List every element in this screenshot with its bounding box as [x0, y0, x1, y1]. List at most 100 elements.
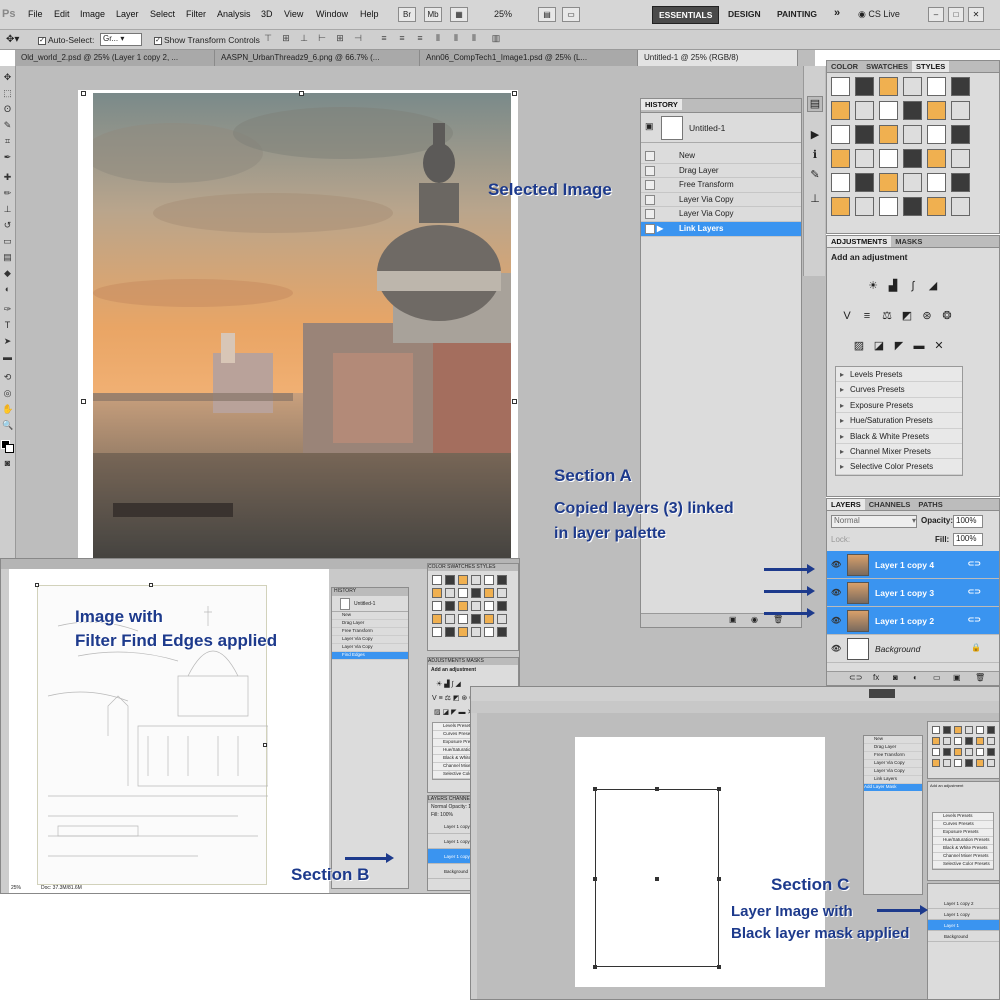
- style-swatch[interactable]: [458, 575, 468, 585]
- history-item-selected[interactable]: ▶ Link Layers: [641, 221, 801, 237]
- eye-icon[interactable]: 👁: [831, 588, 841, 597]
- group-icon[interactable]: ▭: [933, 673, 941, 682]
- close-icon[interactable]: ✕: [968, 7, 984, 22]
- find-edges-image[interactable]: [37, 585, 269, 885]
- style-swatch[interactable]: [927, 101, 946, 120]
- clone-dock-icon[interactable]: ⊥: [807, 192, 823, 208]
- tab-channels[interactable]: CHANNELS: [865, 499, 915, 510]
- style-swatch[interactable]: [471, 601, 481, 611]
- move-tool-icon[interactable]: ✥▾: [6, 34, 19, 45]
- 3d-orbit-tool-icon[interactable]: ◎: [2, 388, 13, 399]
- preset-curves[interactable]: Curves Presets: [836, 382, 962, 398]
- path-select-tool-icon[interactable]: ➤: [2, 336, 13, 347]
- style-swatch[interactable]: [471, 614, 481, 624]
- inset-b-history-item[interactable]: Find Edges: [332, 652, 408, 660]
- 3d-rotate-tool-icon[interactable]: ⟲: [2, 372, 13, 383]
- style-swatch[interactable]: [471, 627, 481, 637]
- fill-field[interactable]: 100%: [953, 533, 983, 546]
- exposure-icon[interactable]: ◢: [925, 278, 941, 294]
- menu-file[interactable]: File: [28, 9, 43, 19]
- layer-row[interactable]: 👁 Background 🔒: [827, 635, 999, 663]
- style-swatch[interactable]: [903, 197, 922, 216]
- style-swatch[interactable]: [943, 737, 951, 745]
- pen-tool-icon[interactable]: ✑: [2, 304, 13, 315]
- inset-c-history-item[interactable]: New: [864, 736, 922, 744]
- history-item[interactable]: New: [641, 149, 801, 164]
- style-swatch[interactable]: [484, 627, 494, 637]
- style-swatch[interactable]: [855, 125, 874, 144]
- style-swatch[interactable]: [951, 77, 970, 96]
- inset-b-history-item[interactable]: New: [332, 612, 408, 620]
- eye-icon[interactable]: 👁: [831, 560, 841, 569]
- curves-icon[interactable]: ∫: [905, 278, 921, 294]
- inset-c-history-item[interactable]: Free Transform: [864, 752, 922, 760]
- inset-layer-row[interactable]: Layer 1 copy: [928, 909, 999, 920]
- distribute-right-icon[interactable]: ⦀: [468, 33, 480, 45]
- screen-mode-icon[interactable]: ▭: [562, 7, 580, 22]
- channel-mixer-icon[interactable]: ❂: [939, 308, 955, 324]
- inset-c-history-item[interactable]: Link Layers: [864, 776, 922, 784]
- style-swatch[interactable]: [445, 588, 455, 598]
- layer-row[interactable]: 👁 Layer 1 copy 4 ⊂⊃: [827, 551, 999, 579]
- style-swatch[interactable]: [951, 197, 970, 216]
- style-swatch[interactable]: [976, 759, 984, 767]
- style-swatch[interactable]: [943, 759, 951, 767]
- zoom-tool-icon[interactable]: 🔍: [2, 420, 13, 431]
- actions-dock-icon[interactable]: ▶: [807, 128, 823, 144]
- dodge-tool-icon[interactable]: ◐: [2, 284, 13, 295]
- transform-handle[interactable]: [263, 743, 267, 747]
- inset-c-preset[interactable]: Black & White Presets: [933, 845, 993, 853]
- inset-c-preset[interactable]: Curves Presets: [933, 821, 993, 829]
- style-swatch[interactable]: [927, 173, 946, 192]
- style-swatch[interactable]: [855, 149, 874, 168]
- tab-old-world[interactable]: Old_world_2.psd @ 25% (Layer 1 copy 2, .…: [15, 50, 215, 66]
- brightness-icon[interactable]: ☀: [865, 278, 881, 294]
- workspace-design[interactable]: DESIGN: [722, 6, 767, 24]
- transform-handle[interactable]: [35, 583, 39, 587]
- black-white-icon[interactable]: ◩: [899, 308, 915, 324]
- style-swatch[interactable]: [951, 125, 970, 144]
- adjustment-layer-icon[interactable]: ◐: [913, 673, 918, 682]
- color-balance-icon[interactable]: ⚖: [879, 308, 895, 324]
- preset-channel-mixer[interactable]: Channel Mixer Presets: [836, 444, 962, 460]
- distribute-left-icon[interactable]: ⦀: [432, 33, 444, 45]
- style-swatch[interactable]: [943, 748, 951, 756]
- style-swatch[interactable]: [932, 726, 940, 734]
- distribute-bottom-icon[interactable]: ≡: [414, 33, 426, 45]
- zoom-level[interactable]: 25%: [494, 9, 512, 19]
- style-swatch[interactable]: [903, 173, 922, 192]
- inset-b-history-item[interactable]: Free Transform: [332, 628, 408, 636]
- auto-select-dropdown[interactable]: Gr... ▾: [100, 33, 142, 46]
- transform-handle[interactable]: [81, 91, 86, 96]
- style-swatch[interactable]: [987, 737, 995, 745]
- inset-layer-row[interactable]: Layer 1: [928, 920, 999, 931]
- style-swatch[interactable]: [831, 197, 850, 216]
- style-swatch[interactable]: [497, 614, 507, 624]
- inset-c-preset[interactable]: Channel Mixer Presets: [933, 853, 993, 861]
- style-swatch[interactable]: [927, 77, 946, 96]
- style-swatch[interactable]: [458, 614, 468, 624]
- info-dock-icon[interactable]: ℹ: [807, 148, 823, 164]
- tab-layers[interactable]: LAYERS: [827, 499, 865, 510]
- transform-handle[interactable]: [512, 399, 517, 404]
- auto-select-checkbox[interactable]: ✓ Auto-Select:: [38, 35, 94, 45]
- style-swatch[interactable]: [497, 575, 507, 585]
- fx-icon[interactable]: fx: [873, 673, 879, 682]
- style-swatch[interactable]: [954, 726, 962, 734]
- workspace-painting[interactable]: PAINTING: [771, 6, 823, 24]
- snapshot-icon[interactable]: ◉: [751, 615, 758, 624]
- style-swatch[interactable]: [855, 197, 874, 216]
- distribute-top-icon[interactable]: ≡: [378, 33, 390, 45]
- align-vcenter-icon[interactable]: ⊞: [280, 33, 292, 45]
- preset-black-white[interactable]: Black & White Presets: [836, 429, 962, 444]
- history-dock-icon[interactable]: ▤: [807, 96, 823, 112]
- inset-b-history-item[interactable]: Layer Via Copy: [332, 636, 408, 644]
- menu-filter[interactable]: Filter: [186, 9, 206, 19]
- align-left-icon[interactable]: ⊢: [316, 33, 328, 45]
- distribute-hcenter-icon[interactable]: ⦀: [450, 33, 462, 45]
- eraser-tool-icon[interactable]: ▭: [2, 236, 13, 247]
- style-swatch[interactable]: [954, 759, 962, 767]
- transform-handle[interactable]: [717, 877, 721, 881]
- tab-color[interactable]: COLOR: [827, 61, 862, 72]
- style-swatch[interactable]: [927, 149, 946, 168]
